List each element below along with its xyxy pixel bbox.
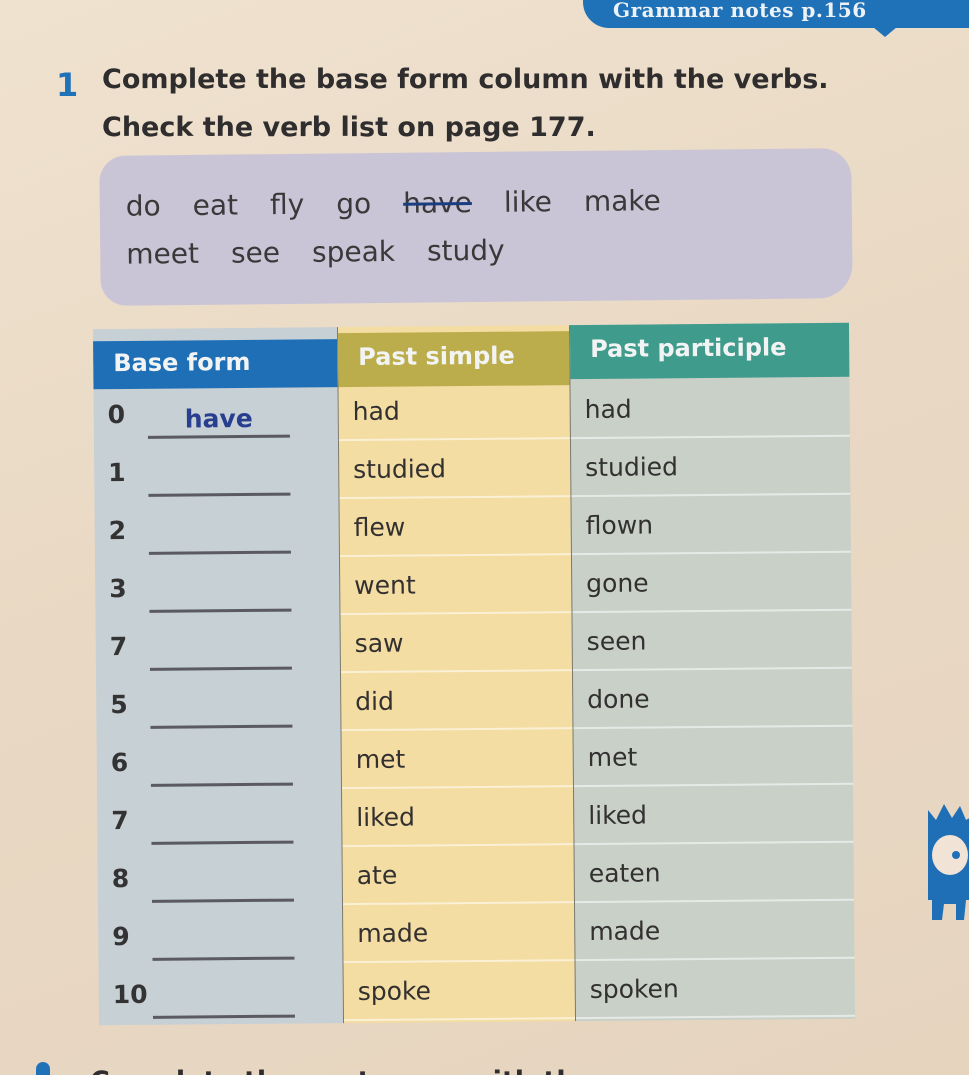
past-participle-cell: made (575, 900, 855, 962)
past-participle-cell: had (570, 378, 850, 440)
base-form-blank[interactable] (151, 871, 294, 903)
next-exercise-number (36, 1062, 50, 1075)
past-participle-cell: gone (571, 552, 852, 614)
item-number: 6 (110, 747, 129, 777)
word-box-line-2: meet see speak study (126, 222, 852, 278)
verb-word-box: do eat fly go have like make meet see speak study (99, 148, 853, 306)
base-form-blank[interactable] (149, 581, 292, 613)
past-participle-cell: flown (571, 494, 851, 556)
base-form-row: 2 (94, 499, 338, 559)
header-past-participle: Past participle (569, 322, 850, 380)
base-form-row: 9 (98, 905, 342, 965)
base-form-blank[interactable] (152, 929, 295, 961)
past-participle-cell: spoken (575, 958, 856, 1020)
past-simple-cell: liked (341, 787, 574, 848)
base-form-blank[interactable] (148, 465, 291, 497)
word-box-word: study (426, 233, 505, 268)
header-past-simple: Past simple (338, 331, 570, 388)
past-participle-column: Past participle had studied flown gone seen d… (568, 322, 856, 1022)
past-simple-cell: spoke (343, 961, 576, 1022)
header-base-form: Base form (93, 339, 338, 390)
past-simple-cell: made (343, 903, 575, 964)
word-box-word: do (125, 188, 161, 223)
exercise-instruction: Complete the base form column with the v… (102, 56, 829, 152)
word-box-word: have (402, 185, 473, 220)
blue-monster-mascot-icon (928, 804, 969, 920)
grammar-notes-tab: Grammar notes p.156 (583, 0, 969, 37)
base-form-row: 1 (94, 441, 338, 501)
item-number: 7 (109, 631, 128, 661)
base-form-row: 3 (95, 557, 339, 617)
word-box-word: meet (126, 236, 200, 271)
base-form-row: 6 (97, 731, 341, 791)
item-number: 9 (112, 921, 130, 951)
base-form-row: 0 have (93, 383, 337, 443)
past-simple-column: Past simple had studied flew went saw did met l… (336, 325, 576, 1024)
past-participle-cell: met (573, 726, 853, 788)
base-form-blank[interactable] (150, 697, 293, 729)
base-form-blank[interactable]: have (147, 404, 290, 439)
word-box-line-1: do eat fly go have like make (126, 174, 852, 230)
past-simple-cell: did (340, 671, 573, 732)
item-number: 5 (110, 689, 128, 719)
past-simple-cell: ate (342, 845, 575, 906)
base-form-column: Base form 0 have 1 2 3 7 5 6 7 8 9 10 (92, 327, 344, 1026)
base-form-blank[interactable] (152, 987, 295, 1019)
grammar-notes-label: Grammar notes p.156 (613, 0, 867, 22)
past-simple-cell: had (338, 381, 570, 442)
base-form-row: 5 (96, 673, 340, 733)
word-box-word: like (503, 184, 553, 219)
base-form-row: 10 (99, 963, 343, 1023)
exercise-number: 1 (56, 66, 79, 104)
word-box-word: eat (192, 187, 239, 222)
item-number: 3 (109, 573, 127, 603)
base-form-row: 7 (95, 615, 339, 675)
instruction-line-1: Complete the base form column with the v… (102, 64, 829, 95)
word-box-word: make (583, 183, 661, 218)
past-participle-cell: eaten (574, 842, 854, 904)
base-form-blank[interactable] (149, 639, 292, 671)
item-number: 2 (108, 515, 127, 545)
item-number: 8 (111, 863, 130, 893)
base-form-row: 7 (97, 789, 341, 849)
past-participle-cell: seen (572, 610, 852, 672)
past-simple-cell: saw (340, 613, 572, 674)
word-box-word: go (336, 186, 372, 220)
item-number: 1 (108, 457, 126, 487)
base-form-blank[interactable] (150, 755, 293, 787)
base-form-row: 8 (98, 847, 342, 907)
past-simple-cell: went (339, 555, 572, 616)
word-box-word: speak (311, 234, 396, 269)
item-number: 0 (107, 399, 126, 429)
past-participle-cell: liked (573, 784, 854, 846)
word-box-word: see (230, 235, 281, 270)
past-participle-cell: studied (570, 436, 851, 498)
item-number: 10 (112, 979, 148, 1009)
base-form-blank[interactable] (151, 813, 294, 845)
word-box-word: fly (269, 187, 305, 221)
past-simple-cell: studied (338, 439, 571, 500)
past-simple-cell: met (341, 729, 573, 790)
past-simple-cell: flew (339, 497, 571, 558)
base-form-blank[interactable] (148, 523, 291, 555)
item-number: 7 (111, 805, 129, 835)
past-participle-cell: done (572, 668, 853, 730)
verb-forms-table: Base form 0 have 1 2 3 7 5 6 7 8 9 10 Past simple h… (92, 322, 856, 1026)
instruction-line-2: Check the verb list on page 177. (102, 112, 596, 143)
next-exercise-instruction: Complete the sentences with the verbs ..… (90, 1060, 610, 1075)
